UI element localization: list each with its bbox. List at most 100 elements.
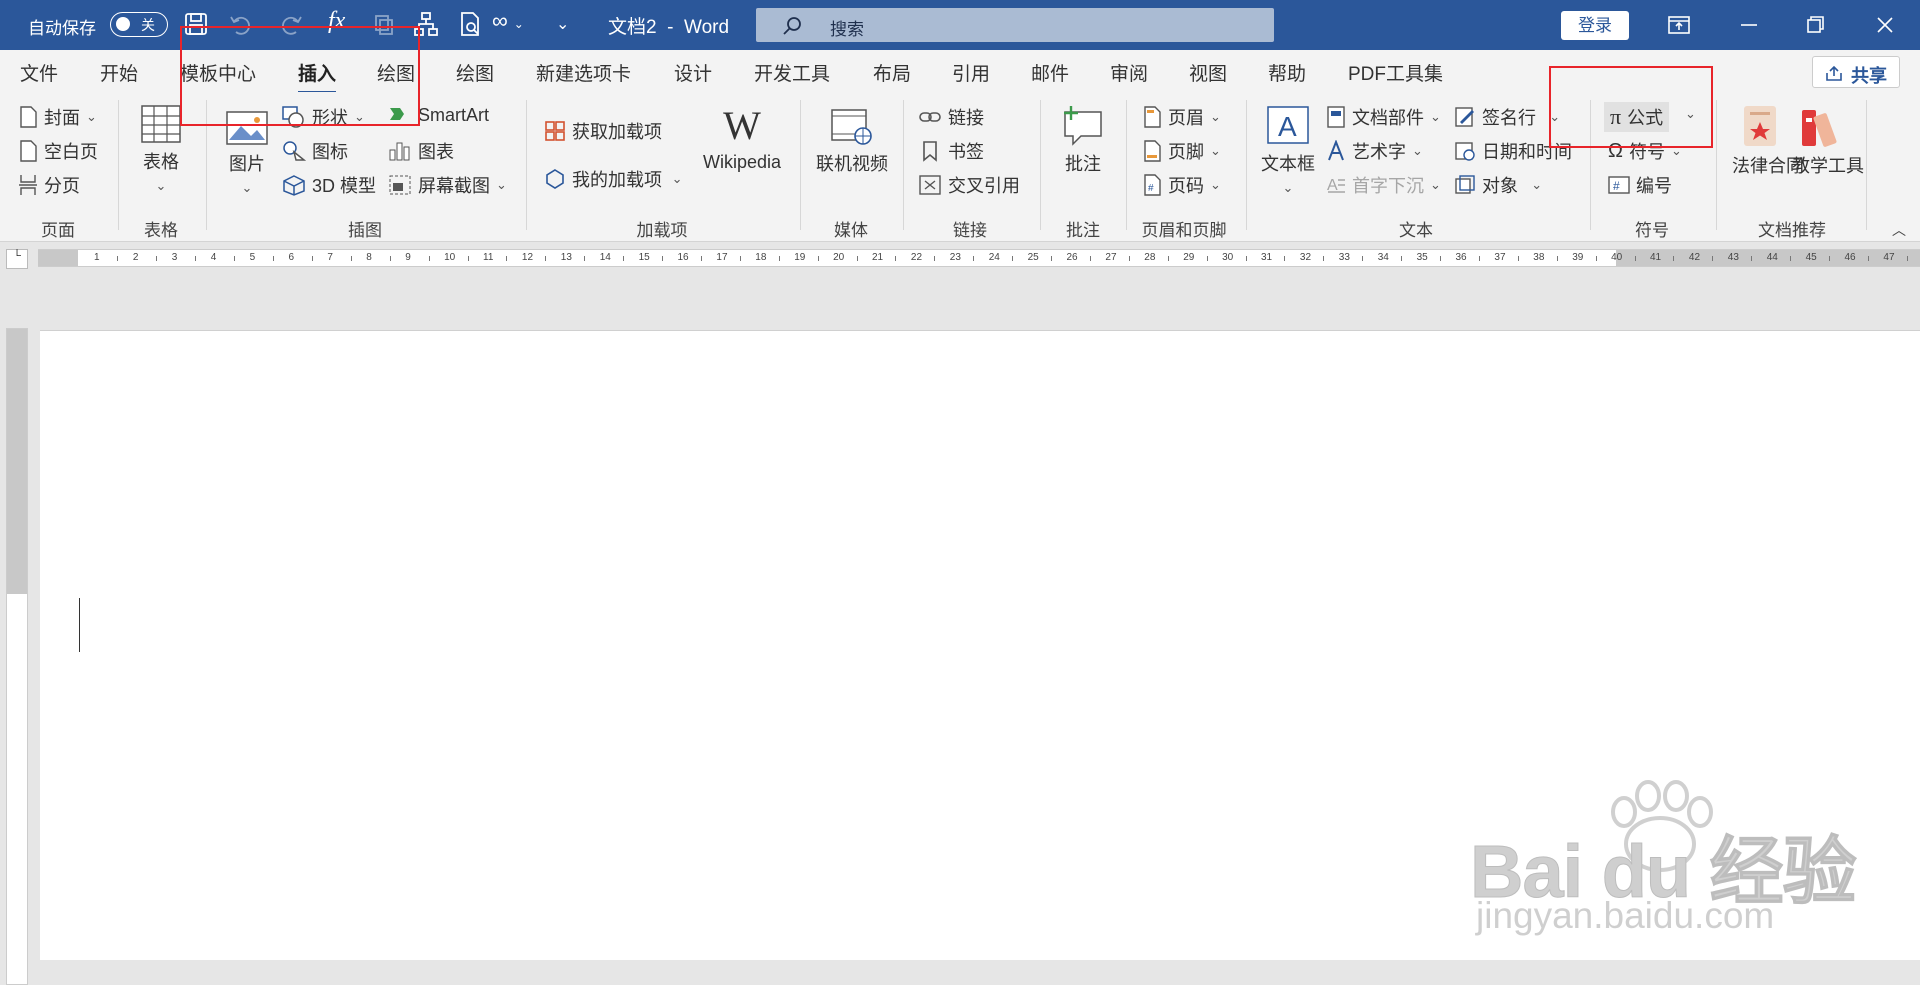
- ruler-tick: [1206, 256, 1208, 261]
- ruler-number: 25: [1027, 252, 1039, 263]
- ruler-number: 29: [1183, 252, 1195, 263]
- tab-help[interactable]: 帮助: [1268, 59, 1306, 86]
- chart-button[interactable]: 图表: [388, 138, 454, 164]
- group-separator: [1040, 100, 1041, 230]
- teaching-tools-button[interactable]: 教学工具: [1792, 104, 1864, 178]
- highlight-box-insert-tab: [180, 26, 420, 126]
- tab-file[interactable]: 文件: [20, 59, 58, 86]
- tab-selector[interactable]: └: [6, 249, 28, 269]
- vertical-ruler[interactable]: [6, 328, 28, 985]
- ruler-number: 35: [1416, 252, 1428, 263]
- customize-qat-icon[interactable]: ⌄: [556, 14, 569, 44]
- ruler-number: 22: [910, 252, 923, 263]
- legal-contract-button[interactable]: 法律合同: [1732, 104, 1804, 178]
- watermark-url: jingyan.baidu.com: [1476, 895, 1775, 936]
- tab-review[interactable]: 审阅: [1110, 59, 1148, 86]
- group-separator: [526, 100, 527, 230]
- link-button[interactable]: 链接: [918, 104, 984, 130]
- tab-pdf-tools[interactable]: PDF工具集: [1348, 59, 1443, 86]
- share-icon: [1826, 65, 1842, 81]
- ruler-number: 31: [1261, 252, 1273, 263]
- footer-button[interactable]: 页脚 ⌄: [1142, 138, 1221, 164]
- svg-text:#: #: [1613, 179, 1620, 193]
- table-button[interactable]: 表格 ⌄: [136, 104, 186, 195]
- legal-contract-icon: [1744, 106, 1776, 146]
- textbox-button[interactable]: A 文本框 ⌄: [1258, 104, 1318, 197]
- dropcap-button[interactable]: A 首字下沉 ⌄: [1326, 172, 1441, 198]
- ruler-tick: [350, 256, 352, 261]
- login-button[interactable]: 登录: [1561, 11, 1629, 40]
- horizontal-ruler[interactable]: 1 2 3 4 5 6 7 8 9 10 11 12 13 14 15 16 17 18 19 20 21 22 23 24 2…: [38, 249, 1920, 267]
- ruler-tick: [389, 256, 391, 261]
- svg-text:#: #: [1148, 183, 1154, 194]
- ruler-tick: [1790, 256, 1792, 261]
- share-button[interactable]: 共享: [1812, 56, 1900, 88]
- ruler-tick: [1440, 256, 1442, 261]
- blank-page-button[interactable]: 空白页: [18, 138, 98, 164]
- group-separator: [903, 100, 904, 230]
- ruler-tick: [700, 256, 702, 261]
- cover-page-icon: [20, 106, 37, 128]
- ruler-number: 12: [521, 252, 534, 263]
- screenshot-icon: [389, 175, 411, 195]
- tab-mailings[interactable]: 邮件: [1031, 59, 1069, 86]
- toggle-knob: [116, 17, 130, 31]
- ruler-tick: [1829, 256, 1831, 261]
- numbering-button[interactable]: # 编号: [1608, 172, 1672, 198]
- online-video-button[interactable]: 联机视频: [812, 106, 892, 176]
- object-icon: [1455, 175, 1475, 194]
- close-icon[interactable]: [1870, 10, 1900, 40]
- minimize-icon[interactable]: [1734, 10, 1764, 40]
- wordart-button[interactable]: 艺术字 ⌄: [1326, 138, 1423, 164]
- page-number-button[interactable]: # 页码 ⌄: [1142, 172, 1221, 198]
- collapse-ribbon-icon[interactable]: ︿: [1892, 220, 1906, 240]
- ruler-tick: [545, 256, 547, 261]
- ruler-tick: [1128, 256, 1130, 261]
- tab-design[interactable]: 设计: [674, 59, 712, 86]
- print-preview-icon[interactable]: [456, 10, 484, 40]
- my-addins-button[interactable]: 我的加载项 ⌄: [544, 166, 683, 192]
- signature-line-button[interactable]: 签名行 ⌄: [1454, 104, 1560, 130]
- ruler-tick: [156, 256, 158, 261]
- object-button[interactable]: 对象 ⌄: [1454, 172, 1542, 198]
- quick-parts-button[interactable]: 文档部件 ⌄: [1326, 104, 1441, 130]
- ruler-tick: [273, 256, 275, 261]
- tab-new-tab[interactable]: 新建选项卡: [536, 59, 631, 86]
- link-chain-icon[interactable]: ∞ ⌄: [492, 8, 524, 38]
- bookmark-button[interactable]: 书签: [918, 138, 984, 164]
- ruler-number: 1: [94, 252, 100, 263]
- cover-page-button[interactable]: 封面 ⌄: [18, 104, 97, 130]
- autosave-toggle[interactable]: 关: [110, 12, 168, 37]
- page-break-button[interactable]: 分页: [18, 172, 80, 198]
- calendar-icon: [1455, 142, 1475, 161]
- comment-button[interactable]: 批注: [1056, 104, 1110, 176]
- vertical-ruler-top-margin: [7, 329, 27, 594]
- tab-view[interactable]: 视图: [1189, 59, 1227, 86]
- tab-developer[interactable]: 开发工具: [754, 59, 830, 86]
- tab-references[interactable]: 引用: [952, 59, 990, 86]
- ruler-tick: [1245, 256, 1247, 261]
- ruler-tick: [1362, 256, 1364, 261]
- tab-draw-2[interactable]: 绘图: [456, 59, 494, 86]
- ruler-tick: [1712, 256, 1714, 261]
- ruler-tick: [817, 256, 819, 261]
- tab-layout[interactable]: 布局: [873, 59, 911, 86]
- search-placeholder: 搜索: [830, 20, 864, 39]
- cross-reference-button[interactable]: 交叉引用: [918, 172, 1020, 198]
- restore-icon[interactable]: [1800, 10, 1830, 40]
- icons-button[interactable]: 图标: [282, 138, 348, 164]
- header-button[interactable]: 页眉 ⌄: [1142, 104, 1221, 130]
- search-box[interactable]: 搜索: [756, 8, 1274, 42]
- ruler-tick: [1673, 256, 1675, 261]
- get-addins-button[interactable]: 获取加载项: [544, 118, 662, 144]
- tab-home[interactable]: 开始: [100, 59, 138, 86]
- 3d-model-button[interactable]: 3D 模型: [282, 172, 376, 198]
- screenshot-button[interactable]: 屏幕截图 ⌄: [388, 172, 507, 198]
- ruler-number: 2: [132, 252, 139, 263]
- table-icon: [141, 105, 181, 143]
- wikipedia-button[interactable]: W Wikipedia: [694, 106, 790, 173]
- ruler-number: 21: [872, 252, 884, 263]
- search-icon: [783, 17, 801, 35]
- ruler-number: 36: [1455, 252, 1467, 263]
- ribbon-display-icon[interactable]: [1664, 10, 1694, 40]
